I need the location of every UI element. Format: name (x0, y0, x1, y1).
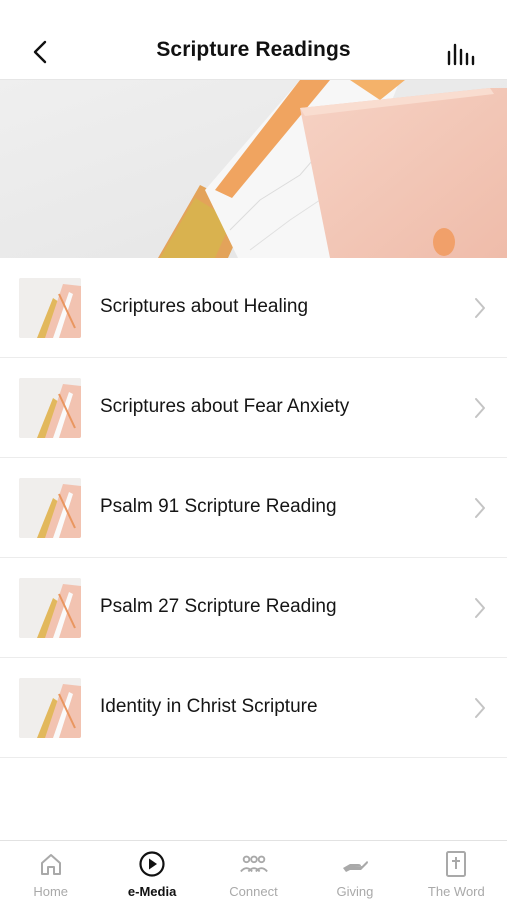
list-item-label: Scriptures about Fear Anxiety (100, 396, 350, 417)
header: Scripture Readings (0, 0, 507, 80)
hero-image (0, 80, 507, 258)
list-item[interactable]: Psalm 27 Scripture Reading (0, 558, 507, 658)
list-item[interactable]: Psalm 91 Scripture Reading (0, 458, 507, 558)
list-item-label: Identity in Christ Scripture (100, 696, 318, 717)
chevron-right-icon (475, 498, 485, 518)
chevron-right-icon (475, 698, 485, 718)
tab-label: Connect (229, 884, 278, 899)
tab-e-media[interactable]: e-Media (101, 841, 202, 900)
tab-label: Home (33, 884, 69, 899)
scripture-thumbnail (19, 578, 81, 638)
audio-button[interactable] (445, 40, 479, 66)
tab-connect[interactable]: Connect (203, 841, 304, 900)
scripture-thumbnail (19, 378, 81, 438)
tab-home[interactable]: Home (0, 841, 101, 900)
tab-label: The Word (427, 884, 485, 899)
chevron-right-icon (475, 398, 485, 418)
home-icon (40, 854, 61, 875)
tab-bar: Home e-Media Connect Giving The Word (0, 840, 507, 900)
chevron-right-icon (475, 598, 485, 618)
tab-label: e-Media (127, 884, 177, 899)
giving-hand-icon (342, 861, 368, 872)
list-item-label: Psalm 91 Scripture Reading (100, 496, 337, 517)
list-item-label: Scriptures about Healing (100, 296, 309, 317)
scripture-list: Scriptures about Healing Scriptures abou… (0, 258, 507, 758)
tab-giving[interactable]: Giving (304, 841, 405, 900)
page-title: Scripture Readings (156, 38, 351, 61)
list-item[interactable]: Scriptures about Healing (0, 258, 507, 358)
group-icon (239, 855, 268, 873)
audio-bars-icon (447, 43, 475, 66)
bible-icon (446, 851, 467, 877)
play-circle-icon (139, 851, 165, 877)
scripture-thumbnail (19, 678, 81, 738)
tab-label: Giving (336, 884, 374, 899)
scripture-thumbnail (19, 278, 81, 338)
list-item[interactable]: Scriptures about Fear Anxiety (0, 358, 507, 458)
tab-the-word[interactable]: The Word (406, 841, 507, 900)
list-item-label: Psalm 27 Scripture Reading (100, 596, 337, 617)
scripture-thumbnail (19, 478, 81, 538)
chevron-right-icon (475, 298, 485, 318)
list-item[interactable]: Identity in Christ Scripture (0, 658, 507, 758)
